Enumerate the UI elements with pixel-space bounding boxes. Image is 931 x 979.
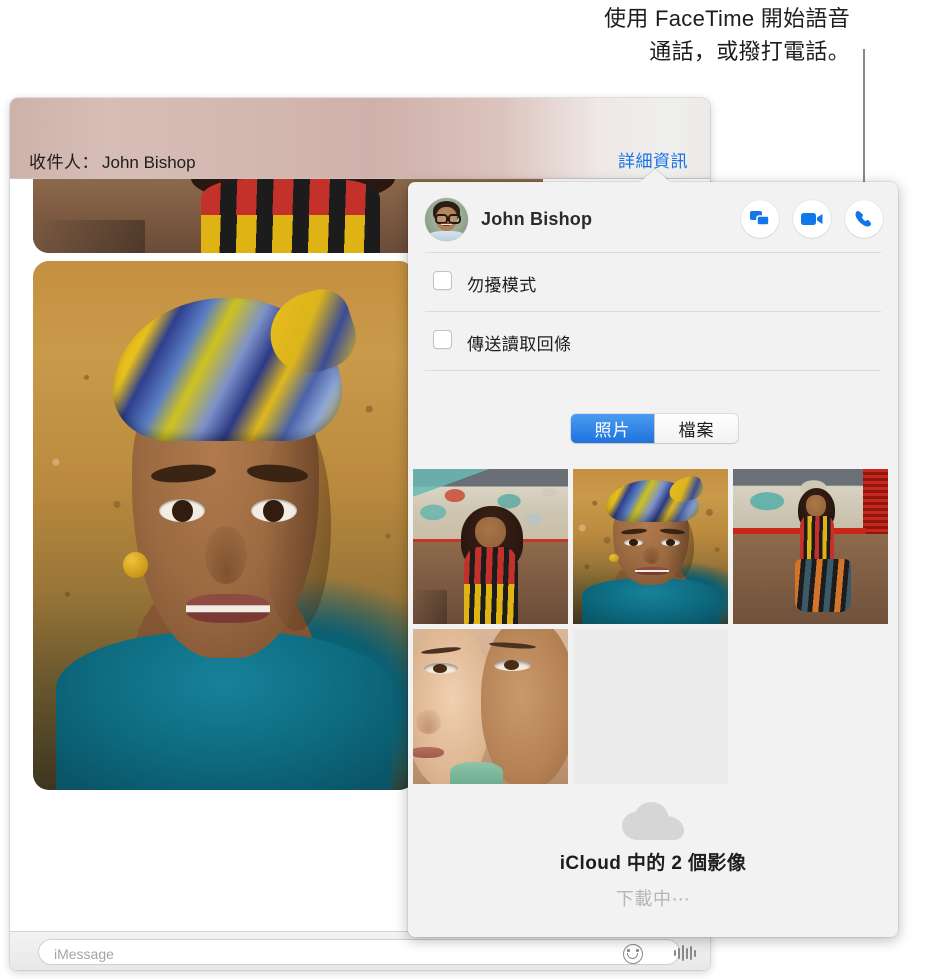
divider [425,370,881,371]
video-call-button[interactable] [793,200,831,238]
phone-handset-icon [855,210,872,227]
divider [425,252,881,253]
send-read-receipts-checkbox[interactable] [433,330,452,349]
photo-thumbnail-2[interactable] [573,469,728,624]
recipient-name: John Bishop [102,153,196,172]
tab-files[interactable]: 檔案 [654,414,738,443]
send-read-receipts-label: 傳送讀取回條 [467,335,572,354]
attachment-grid [413,469,893,784]
audio-call-button[interactable] [845,200,883,238]
do-not-disturb-label: 勿擾模式 [467,276,537,295]
recipient-field[interactable]: 收件人： John Bishop [29,148,196,173]
imessage-placeholder: iMessage [54,946,114,962]
video-camera-icon [801,213,823,225]
message-photo-main [33,261,415,790]
callout-text: 使用 FaceTime 開始語音 通話，或撥打電話。 [603,6,850,64]
popover-arrow [640,169,670,182]
screenshot-root: 使用 FaceTime 開始語音 通話，或撥打電話。 收件人： John Bish… [0,0,931,979]
photo-thumbnail-3[interactable] [733,469,888,624]
screen-share-icon [750,211,770,226]
recipient-label: 收件人： [29,153,99,172]
cloud-icon [622,802,684,847]
icloud-status: 下載中⋯ [615,889,691,909]
attachment-type-segmented-control[interactable]: 照片 檔案 [571,414,738,443]
divider [425,311,881,312]
tab-photos[interactable]: 照片 [571,414,654,443]
window-toolbar: 收件人： John Bishop 詳細資訊 [10,98,710,179]
contact-name: John Bishop [481,209,593,229]
photo-thumbnail-1[interactable] [413,469,568,624]
contact-details-popover: John Bishop 勿擾模式 傳送讀取回條 照片 檔案 iCloud 中的 … [408,169,898,937]
icloud-title: iCloud 中的 2 個影像 [559,853,747,874]
photo-thumbnail-placeholder[interactable] [573,629,728,784]
smiley-face-icon[interactable] [623,944,643,964]
imessage-input[interactable] [38,939,680,965]
message-bubble-photo[interactable] [33,261,415,790]
popover-header: John Bishop [408,182,898,254]
do-not-disturb-checkbox[interactable] [433,271,452,290]
audio-waveform-icon[interactable] [674,943,696,963]
photo-thumbnail-4[interactable] [413,629,568,784]
screen-share-button[interactable] [741,200,779,238]
contact-avatar [425,198,468,241]
